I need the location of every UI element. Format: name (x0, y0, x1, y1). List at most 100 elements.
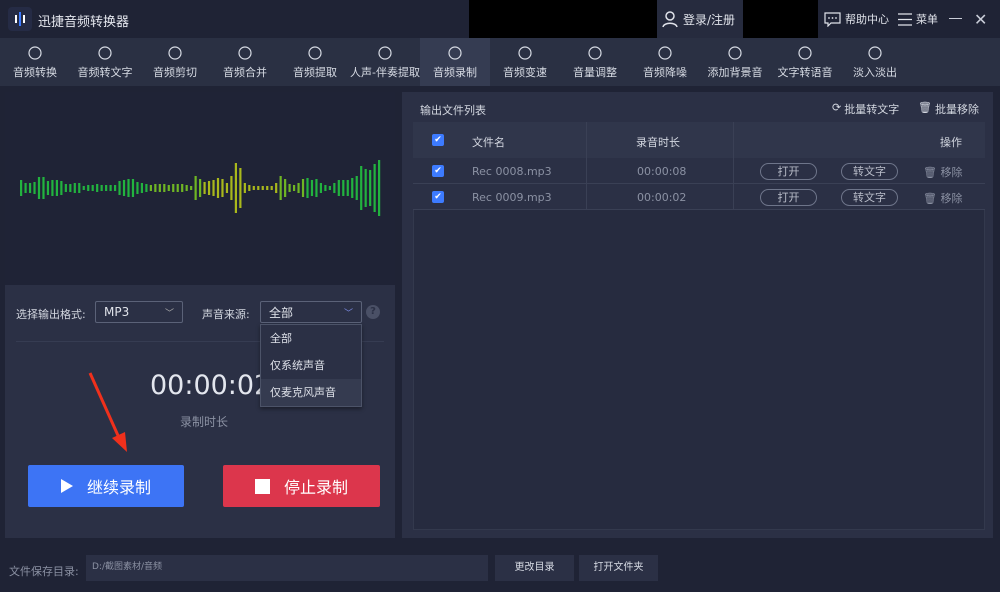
waveform-bar (373, 164, 376, 212)
format-label: 选择输出格式: (16, 308, 86, 321)
file-name: Rec 0008.mp3 (472, 165, 552, 178)
waveform-bar (69, 184, 72, 192)
recording-time-label: 录制时长 (180, 415, 229, 429)
waveform-bar (378, 160, 381, 216)
waveform-bar (337, 180, 340, 196)
chevron-down-icon: ﹀ (343, 308, 353, 319)
stop-label: 停止录制 (283, 478, 348, 497)
stop-recording-button[interactable]: 停止录制 (223, 465, 380, 507)
batch-remove-button[interactable]: 🗑 批量移除 (918, 101, 979, 117)
tool-fade[interactable]: 淡入淡出 (840, 38, 910, 86)
speech-to-text-icon (98, 45, 112, 60)
format-select[interactable]: MP3 ﹀ (95, 301, 183, 323)
row-checkbox[interactable]: ✔ (432, 191, 444, 203)
waveform-bar (82, 186, 85, 190)
waveform-bar (33, 182, 36, 194)
vocal-separate-icon (378, 45, 392, 60)
minimize-button[interactable] (949, 18, 962, 19)
help-button[interactable]: 帮助中心 (824, 0, 889, 38)
tool-label: 添加背景音 (707, 65, 763, 79)
waveform-bar (351, 178, 354, 198)
waveform-bar (113, 185, 117, 191)
continue-recording-button[interactable]: 继续录制 (28, 465, 184, 507)
help-label: 帮助中心 (845, 13, 889, 26)
to-text-button[interactable]: 转文字 (841, 189, 898, 206)
waveform-bar (257, 186, 260, 190)
tool-audio-convert[interactable]: 音频转换 (0, 38, 70, 86)
close-button[interactable]: ✕ (974, 10, 987, 29)
source-select[interactable]: 全部 ﹀ (260, 301, 362, 323)
login-button[interactable]: 登录/注册 (657, 0, 743, 38)
waveform-bar (78, 183, 81, 193)
waveform-bar (360, 166, 363, 210)
help-circle-icon[interactable]: ? (366, 305, 380, 319)
waveform-bar (60, 181, 63, 195)
waveform-bar (297, 183, 300, 193)
redacted-block (469, 0, 657, 38)
waveform-bar (122, 180, 126, 196)
file-duration: 00:00:02 (637, 191, 687, 204)
merge-icon (238, 45, 252, 60)
waveform-bar (221, 179, 224, 197)
open-button[interactable]: 打开 (760, 163, 817, 180)
menu-label: 菜单 (916, 13, 938, 26)
waveform-bar (199, 179, 202, 197)
feature-toolbar: 音频转换 音频转文字 音频剪切 音频合并 音频提取 人声-伴奏提取 音频录制 音频变速 音量调整… (0, 38, 1000, 86)
waveform-bar (207, 181, 211, 195)
tool-speech-to-text[interactable]: 音频转文字 (70, 38, 140, 86)
stop-icon (254, 478, 270, 494)
remove-button[interactable]: 🗑 移除 (923, 190, 962, 206)
waveform-bar (230, 176, 233, 200)
waveform-bar (37, 177, 41, 199)
tool-extract[interactable]: 音频提取 (280, 38, 350, 86)
waveform-bar (266, 186, 269, 190)
tool-microphone[interactable]: 音频录制 (420, 38, 490, 86)
menu-button[interactable]: 菜单 (898, 0, 938, 38)
tool-label: 音频降噪 (643, 65, 687, 79)
tool-text-to-speech[interactable]: 文字转语音 (770, 38, 840, 86)
row-checkbox[interactable]: ✔ (432, 165, 444, 177)
tool-vocal-separate[interactable]: 人声-伴奏提取 (350, 38, 420, 86)
tool-music[interactable]: 添加背景音 (700, 38, 770, 86)
waveform-bar (292, 185, 296, 191)
tool-label: 音频录制 (433, 65, 477, 79)
tool-label: 音频提取 (293, 65, 337, 79)
waveform-bar (172, 184, 175, 192)
to-text-button[interactable]: 转文字 (841, 163, 898, 180)
tool-denoise[interactable]: 音频降噪 (630, 38, 700, 86)
tool-label: 音频变速 (503, 65, 547, 79)
waveform-bar (87, 185, 90, 191)
waveform-bar (28, 183, 32, 193)
waveform-bar (346, 180, 349, 196)
tool-speed[interactable]: 音频变速 (490, 38, 560, 86)
open-button[interactable]: 打开 (760, 189, 817, 206)
file-list-title: 输出文件列表 (420, 104, 486, 117)
waveform-bar (64, 184, 67, 192)
waveform-bar (243, 183, 246, 193)
source-option[interactable]: 全部 (261, 325, 361, 352)
waveform-bar (190, 186, 193, 190)
remove-button[interactable]: 🗑 移除 (923, 164, 962, 180)
waveform-bar (118, 181, 121, 195)
batch-text-button[interactable]: ⟳ 批量转文字 (832, 101, 899, 117)
tool-merge[interactable]: 音频合并 (210, 38, 280, 86)
change-dir-button[interactable]: 更改目录 (495, 555, 574, 581)
waveform-bar (105, 185, 108, 191)
tool-scissors[interactable]: 音频剪切 (140, 38, 210, 86)
source-option[interactable]: 仅麦克风声音 (261, 379, 361, 406)
waveform-bar (73, 183, 76, 193)
waveform-bar (342, 180, 345, 196)
waveform-bar (140, 183, 144, 193)
open-folder-button[interactable]: 打开文件夹 (579, 555, 658, 581)
waveform-bar (301, 179, 305, 197)
volume-icon (588, 45, 602, 60)
user-icon (662, 11, 678, 28)
audio-convert-icon (28, 45, 42, 60)
source-option[interactable]: 仅系统声音 (261, 352, 361, 379)
convert-icon: ⟳ (832, 101, 842, 114)
redacted-block (743, 0, 818, 38)
tool-volume[interactable]: 音量调整 (560, 38, 630, 86)
select-all-checkbox[interactable]: ✔ (432, 134, 444, 146)
save-dir-input[interactable]: D:/截图素材/音频 (86, 555, 488, 581)
waveform-bar (284, 179, 287, 197)
